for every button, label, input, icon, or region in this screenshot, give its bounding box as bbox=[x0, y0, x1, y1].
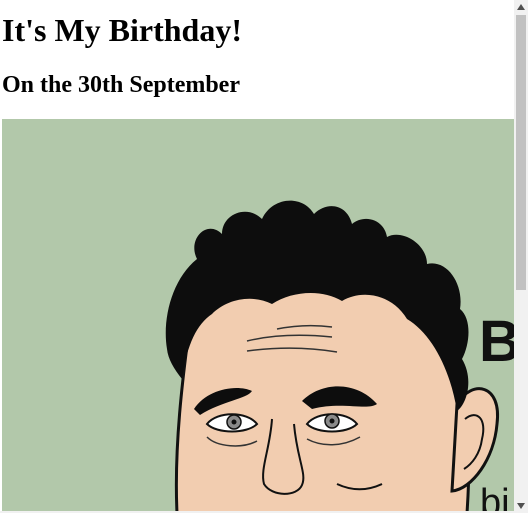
triangle-up-icon bbox=[517, 4, 525, 10]
page-subtitle: On the 30th September bbox=[2, 72, 240, 98]
portrait-letter-b: B bbox=[479, 309, 514, 374]
page-viewport: It's My Birthday! On the 30th September bbox=[0, 0, 514, 513]
vertical-scrollbar[interactable] bbox=[514, 0, 528, 513]
triangle-down-icon bbox=[517, 503, 525, 509]
portrait-partial-text: bi bbox=[480, 482, 510, 513]
birthday-portrait-image: B bi bbox=[2, 119, 514, 513]
scroll-down-button[interactable] bbox=[514, 499, 528, 513]
scroll-thumb[interactable] bbox=[516, 15, 526, 290]
scroll-up-button[interactable] bbox=[514, 0, 528, 14]
page-title: It's My Birthday! bbox=[2, 12, 242, 48]
